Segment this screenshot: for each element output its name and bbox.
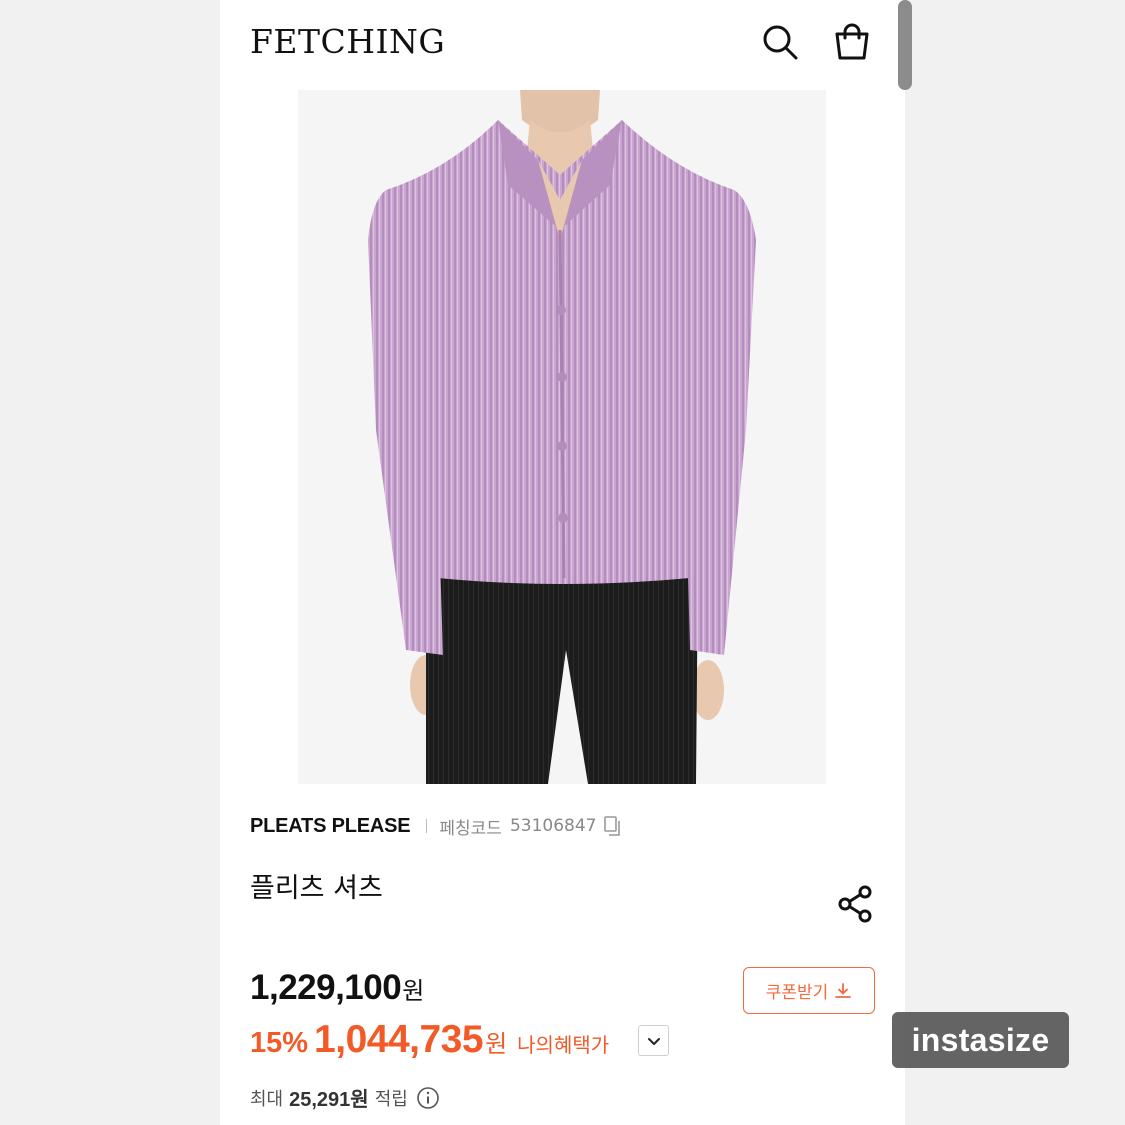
my-benefit-label: 나의혜택가	[517, 1033, 610, 1057]
fetching-logo[interactable]: FETCHING	[250, 22, 445, 61]
benefit-expand-button[interactable]	[638, 1025, 669, 1056]
shopping-bag-icon[interactable]	[832, 22, 872, 62]
product-title: 플리츠 셔츠	[250, 873, 383, 904]
product-photo	[298, 90, 826, 784]
chevron-down-icon	[647, 1037, 660, 1045]
sale-currency-unit: 원	[485, 1031, 508, 1058]
instasize-watermark: instasize	[892, 1012, 1069, 1068]
scrollbar-thumb[interactable]	[898, 0, 912, 90]
search-icon[interactable]	[760, 22, 800, 62]
product-image-gallery[interactable]: 1 / 4	[298, 90, 826, 784]
points-prefix: 최대	[250, 1088, 284, 1110]
info-icon[interactable]	[416, 1086, 440, 1110]
original-price-value: 1,229,100	[250, 968, 402, 1007]
coupon-button-label: 쿠폰받기	[765, 983, 829, 1003]
download-icon	[835, 982, 852, 998]
reward-points: 최대 25,291원 적립	[250, 1083, 440, 1112]
discount-percent: 15%	[250, 1027, 309, 1059]
fetching-code-label: 페칭코드	[439, 818, 502, 839]
points-amount: 25,291원	[289, 1089, 369, 1111]
fetching-code-value: 53106847	[509, 816, 597, 836]
divider	[426, 819, 428, 833]
app-header: FETCHING	[220, 0, 905, 86]
share-icon[interactable]	[835, 882, 879, 926]
points-suffix: 적립	[374, 1088, 408, 1110]
original-price: 1,229,100원	[250, 968, 424, 1008]
copy-icon[interactable]	[602, 815, 624, 837]
product-page: FETCHING PLEATS PLEASE 페칭코드 53106847 플리츠…	[220, 0, 905, 1125]
sale-price-value: 1,044,735	[314, 1018, 484, 1061]
coupon-download-button[interactable]: 쿠폰받기	[743, 967, 875, 1014]
sale-price-row: 15% 1,044,735 원 나의혜택가	[250, 1018, 609, 1066]
brand-name[interactable]: PLEATS PLEASE	[250, 815, 411, 838]
currency-unit: 원	[402, 978, 424, 1005]
brand-row: PLEATS PLEASE 페칭코드 53106847	[250, 812, 624, 840]
